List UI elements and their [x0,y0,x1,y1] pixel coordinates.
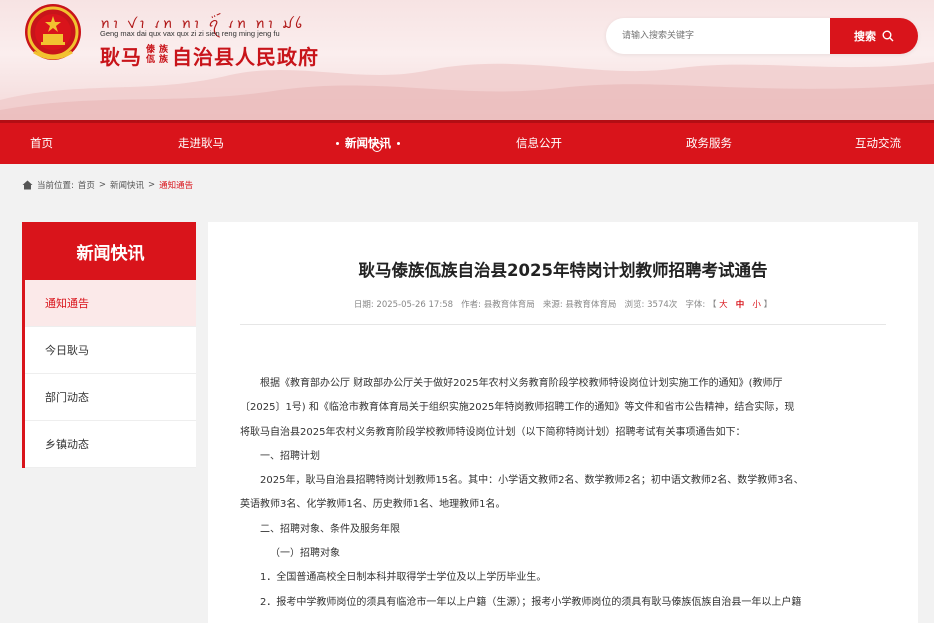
article-list-item: 2．报考中学教师岗位的须具有临沧市一年以上户籍（生源）；报考小学教师岗位的须具有… [260,596,802,608]
breadcrumb-news[interactable]: 新闻快讯 [110,179,144,191]
site-name-stack2: 族 族 [159,45,169,65]
nav-item-services[interactable]: 政务服务 [686,123,732,164]
sidebar-item-towns[interactable]: 乡镇动态 [25,421,196,468]
nav-item-interact[interactable]: 互动交流 [855,123,901,164]
article-title: 耿马傣族佤族自治县2025年特岗计划教师招聘考试通告 [358,261,768,280]
nav-active-indicator-icon [372,142,382,152]
article-paragraph: 根据《教育部办公厅 财政部办公厅关于做好2025年农村义务教育阶段学校教师特设岗… [260,378,783,389]
site-name-part2: 自治县人民政府 [172,44,320,69]
meta-author-label: 作者: [461,300,482,310]
meta-source: 县教育体育局 [565,300,617,310]
article-paragraph: 〔2025〕1号) 和《临沧市教育体育局关于组织实施2025年特岗教师招聘工作的… [240,402,795,414]
search-input[interactable] [606,18,830,54]
meta-views-label: 浏览: [624,300,645,310]
font-size-small-button[interactable]: 小 [752,300,761,310]
font-size-large-button[interactable]: 大 [719,300,728,310]
breadcrumb-home[interactable]: 首页 [78,179,95,191]
nav-item-about[interactable]: 走进耿马 [178,123,224,164]
article-heading: 二、招聘对象、条件及服务年限 [260,523,400,535]
meta-font-close: 】 [763,300,773,310]
article-panel: 耿马傣族佤族自治县2025年特岗计划教师招聘考试通告 日期: 2025-05-2… [208,222,918,623]
search-button[interactable]: 搜索 [830,18,918,54]
site-name-stack1: 傣 佤 [146,45,156,65]
meta-views: 3574次 [647,300,678,310]
meta-font-label: 字体: [685,300,706,310]
meta-date-label: 日期: [353,300,374,310]
meta-author: 县教育体育局 [483,300,535,310]
search-button-label: 搜索 [854,30,876,43]
article-heading: 一、招聘计划 [260,450,320,462]
nav-item-home[interactable]: 首页 [30,123,53,164]
breadcrumb: 当前位置: 首页 > 新闻快讯 > 通知通告 [22,176,193,194]
font-size-medium-button[interactable]: 中 [736,300,745,310]
meta-source-label: 来源: [542,300,563,310]
nav-dot-right [397,142,400,145]
article-paragraph: 2025年，耿马自治县招聘特岗计划教师15名。其中：小学语文教师2名、数学教师2… [260,475,804,487]
site-name: 耿马 傣 佤 族 族 自治县人民政府 [100,42,320,69]
site-header: ꪀꪱ ꪚꪱ ꪹꪀ ꪀꪱ ꪖꪾ ꪹꪀ ꪀꪱ ꪣꪉ Geng max dai qux… [0,0,934,120]
site-name-part1: 耿马 [100,44,142,69]
article-paragraph: 将耿马自治县2025年农村义务教育阶段学校教师特设岗位计划（以下简称特岗计划）招… [240,426,746,438]
sidebar: 新闻快讯 通知通告 今日耿马 部门动态 乡镇动态 [22,222,196,468]
meta-font-open: 【 [707,300,717,310]
nav-item-news[interactable]: 新闻快讯 [330,123,406,164]
article-list-item: 1．全国普通高校全日制本科并取得学士学位及以上学历毕业生。 [260,572,547,584]
breadcrumb-separator: > [148,180,156,190]
breadcrumb-prefix: 当前位置: [37,181,74,191]
sidebar-item-departments[interactable]: 部门动态 [25,374,196,421]
pinyin-title: Geng max dai qux vax qux zi zi sien reng… [100,29,280,38]
breadcrumb-current[interactable]: 通知通告 [159,179,193,191]
article-meta: 日期: 2025-05-26 17:58 作者: 县教育体育局 来源: 县教育体… [208,298,918,310]
breadcrumb-separator: > [98,180,107,190]
national-emblem-icon [25,4,81,60]
sidebar-item-notices[interactable]: 通知通告 [25,280,196,327]
sidebar-title: 新闻快讯 [25,222,196,280]
title-divider [240,324,886,325]
article-body: 根据《教育部办公厅 财政部办公厅关于做好2025年农村义务教育阶段学校教师特设岗… [240,372,890,615]
article-subheading: （一）招聘对象 [270,548,340,560]
article-paragraph: 英语教师3名、化学教师1名、历史教师1名、地理教师1名。 [240,499,506,511]
search-box: 搜索 [606,18,918,54]
search-icon [882,30,894,42]
nav-dot-left [336,142,339,145]
sidebar-item-today[interactable]: 今日耿马 [25,327,196,374]
main-nav: 首页 走进耿马 新闻快讯 信息公开 政务服务 互动交流 [0,120,934,164]
nav-item-news-label: 新闻快讯 [345,136,391,150]
nav-item-info[interactable]: 信息公开 [516,123,562,164]
meta-date: 2025-05-26 17:58 [376,300,454,310]
home-icon [22,180,33,190]
